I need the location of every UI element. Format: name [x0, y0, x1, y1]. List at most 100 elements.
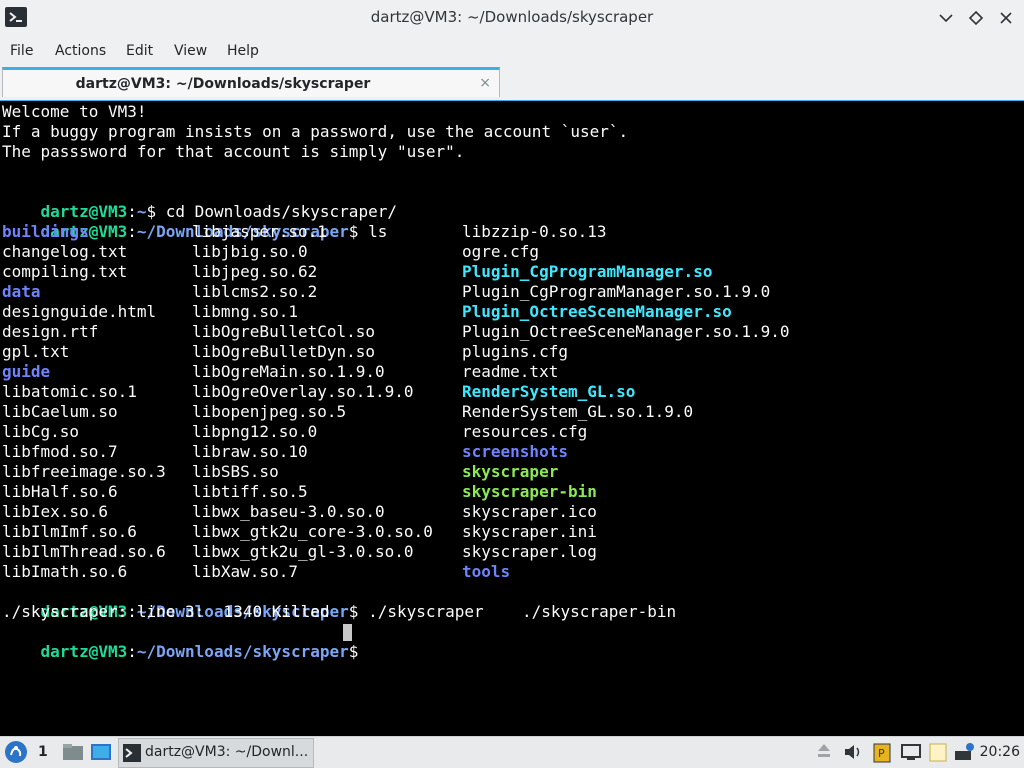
- ls-entry: libmng.so.1: [192, 302, 298, 321]
- file-manager-icon[interactable]: [62, 741, 84, 767]
- terminal-output[interactable]: Welcome to VM3! If a buggy program insis…: [0, 100, 1024, 736]
- ls-entry: skyscraper.ico: [462, 502, 597, 521]
- menu-view[interactable]: View: [174, 43, 207, 59]
- welcome-line: The passsword for that account is simply…: [2, 142, 465, 161]
- ls-entry: libOgreBulletDyn.so: [192, 342, 376, 361]
- ls-entry: libtiff.so.5: [192, 482, 308, 501]
- ls-entry: libImath.so.6: [2, 562, 128, 581]
- ls-entry: compiling.txt: [2, 262, 128, 281]
- prompt-line: dartz@VM3:~$ cd Downloads/skyscraper/: [2, 182, 397, 221]
- terminal-icon: [123, 744, 141, 762]
- prompt-symbol: $: [348, 642, 369, 661]
- ls-entry: buildings: [2, 222, 89, 241]
- text-cursor: [343, 624, 352, 641]
- ls-entry: libIlmThread.so.6: [2, 542, 166, 561]
- killed-message: ./skyscraper: line 3: 1340 Killed: [2, 602, 330, 621]
- ls-entry: guide: [2, 362, 51, 381]
- window-titlebar[interactable]: dartz@VM3: ~/Downloads/skyscraper: [0, 0, 1024, 36]
- ls-entry: libHalf.so.6: [2, 482, 118, 501]
- ls-entry: libXaw.so.7: [192, 562, 298, 581]
- close-button[interactable]: [996, 8, 1016, 28]
- menu-actions[interactable]: Actions: [55, 43, 106, 59]
- ls-entry: plugins.cfg: [462, 342, 568, 361]
- prompt-symbol: $: [348, 602, 369, 621]
- ls-entry: Plugin_OctreeSceneManager.so: [462, 302, 732, 321]
- chevron-down-icon: [939, 14, 953, 23]
- prompt-separator: :: [127, 642, 137, 661]
- ls-entry: libIlmImf.so.6: [2, 522, 137, 541]
- ls-entry: changelog.txt: [2, 242, 128, 261]
- ls-entry: screenshots: [462, 442, 568, 461]
- volume-icon[interactable]: [842, 741, 864, 767]
- ls-entry: skyscraper: [462, 462, 559, 481]
- tab-close-icon[interactable]: ×: [479, 75, 491, 91]
- ls-entry: libCg.so: [2, 422, 80, 441]
- ls-entry: Plugin_CgProgramManager.so: [462, 262, 713, 281]
- ls-entry: design.rtf: [2, 322, 99, 341]
- clipboard-icon[interactable]: P: [872, 741, 892, 767]
- show-desktop-icon[interactable]: [90, 741, 112, 767]
- ls-entry: libOgreOverlay.so.1.9.0: [192, 382, 414, 401]
- prompt-line: dartz@VM3:~/Downloads/skyscraper$ ls: [2, 202, 388, 241]
- ls-entry: libzzip-0.so.13: [462, 222, 607, 241]
- maximize-button[interactable]: [966, 8, 986, 28]
- killed-program: ./skyscraper-bin: [522, 602, 677, 621]
- ls-entry: Plugin_CgProgramManager.so.1.9.0: [462, 282, 771, 301]
- display-icon[interactable]: [900, 741, 922, 767]
- ls-entry: data: [2, 282, 41, 301]
- ls-entry: libopenjpeg.so.5: [192, 402, 347, 421]
- prompt-command: ls: [368, 222, 388, 241]
- prompt-symbol: $: [348, 222, 369, 241]
- taskbar: 1 dartz@VM3: ~/Downl... P 20:26: [0, 736, 1024, 768]
- diamond-icon: [968, 10, 984, 26]
- window-title: dartz@VM3: ~/Downloads/skyscraper: [370, 8, 654, 26]
- ls-entry: liblcms2.so.2: [192, 282, 318, 301]
- prompt-path: ~/Downloads/skyscraper: [136, 642, 349, 661]
- prompt-line: dartz@VM3:~/Downloads/skyscraper$ ./skys…: [2, 582, 484, 621]
- eject-icon[interactable]: [816, 741, 832, 767]
- ls-entry: libjpeg.so.62: [192, 262, 318, 281]
- taskbar-terminal-button[interactable]: dartz@VM3: ~/Downl...: [118, 738, 314, 768]
- workspace-number[interactable]: 1: [38, 744, 48, 760]
- terminal-tab[interactable]: dartz@VM3: ~/Downloads/skyscraper ×: [2, 67, 500, 97]
- taskbar-task-label: dartz@VM3: ~/Downl...: [145, 744, 309, 760]
- ls-entry: skyscraper.log: [462, 542, 597, 561]
- ls-entry: libpng12.so.0: [192, 422, 318, 441]
- ls-entry: skyscraper.ini: [462, 522, 597, 541]
- network-icon[interactable]: [953, 741, 975, 767]
- ls-entry: resources.cfg: [462, 422, 588, 441]
- menu-help[interactable]: Help: [227, 43, 259, 59]
- tab-label: dartz@VM3: ~/Downloads/skyscraper: [75, 76, 371, 92]
- menu-file[interactable]: File: [10, 43, 33, 59]
- ls-entry: RenderSystem_GL.so: [462, 382, 636, 401]
- app-menu-icon[interactable]: [4, 740, 28, 768]
- ls-entry: libIex.so.6: [2, 502, 108, 521]
- ls-entry: libfreeimage.so.3: [2, 462, 166, 481]
- menu-bar: File Actions Edit View Help: [0, 36, 1024, 66]
- welcome-line: Welcome to VM3!: [2, 102, 147, 121]
- ls-entry: readme.txt: [462, 362, 559, 381]
- minimize-button[interactable]: [936, 8, 956, 28]
- ls-entry: libwx_gtk2u_core-3.0.so.0: [192, 522, 433, 541]
- ls-entry: gpl.txt: [2, 342, 70, 361]
- ls-entry: libfmod.so.7: [2, 442, 118, 461]
- ls-entry: libatomic.so.1: [2, 382, 137, 401]
- ls-entry: libSBS.so: [192, 462, 279, 481]
- ls-entry: libwx_baseu-3.0.so.0: [192, 502, 385, 521]
- ls-entry: designguide.html: [2, 302, 157, 321]
- prompt-user: dartz@VM3: [40, 642, 128, 661]
- prompt-separator: :: [127, 222, 137, 241]
- ls-entry: Plugin_OctreeSceneManager.so.1.9.0: [462, 322, 790, 341]
- menu-edit[interactable]: Edit: [126, 43, 153, 59]
- prompt-command: ./skyscraper: [368, 602, 484, 621]
- close-icon: [1000, 12, 1012, 24]
- ls-entry: ogre.cfg: [462, 242, 540, 261]
- ls-entry: libOgreBulletCol.so: [192, 322, 376, 341]
- ls-entry: libraw.so.10: [192, 442, 308, 461]
- ls-entry: libCaelum.so: [2, 402, 118, 421]
- notes-icon[interactable]: [928, 741, 948, 767]
- ls-entry: libwx_gtk2u_gl-3.0.so.0: [192, 542, 414, 561]
- ls-entry: libOgreMain.so.1.9.0: [192, 362, 385, 381]
- clock[interactable]: 20:26: [980, 744, 1020, 760]
- tab-bar: dartz@VM3: ~/Downloads/skyscraper ×: [0, 66, 1024, 100]
